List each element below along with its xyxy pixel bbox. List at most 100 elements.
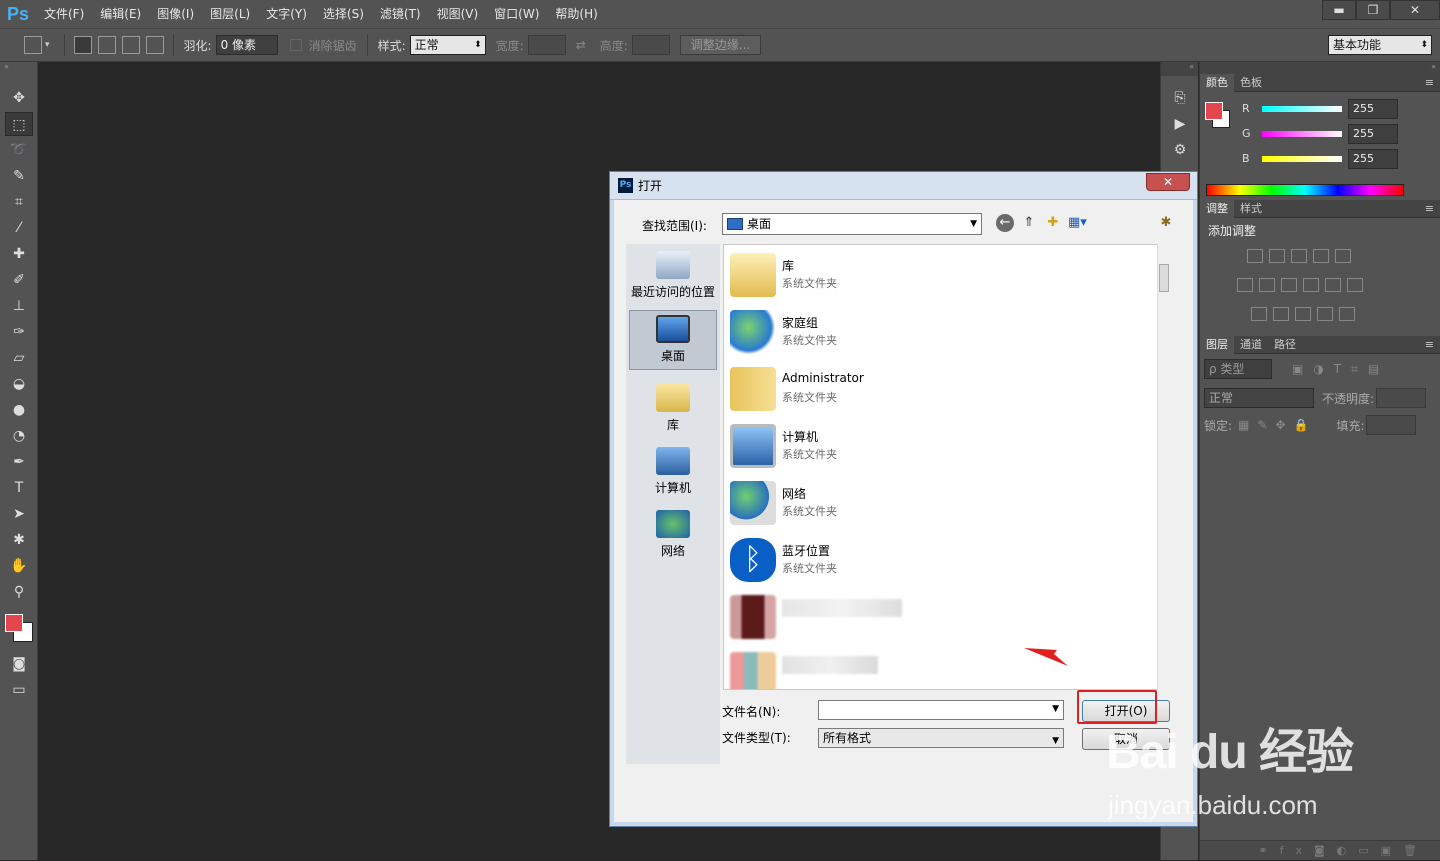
selective-color-icon[interactable] [1317,307,1333,321]
gradient-map-icon[interactable] [1339,307,1355,321]
quick-mask-icon[interactable]: ◙ [5,652,33,676]
color-swatches[interactable] [0,606,37,650]
tab-channels[interactable]: 通道 [1234,336,1268,354]
menu-image[interactable]: 图像(I) [149,0,202,28]
red-slider[interactable] [1262,105,1342,112]
file-list[interactable]: 库 系统文件夹 家庭组 系统文件夹 Administrator 系统文件夹 计算… [723,244,1171,690]
file-type-select[interactable]: 所有格式 ▼ [818,728,1064,748]
hue-saturation-icon[interactable] [1237,278,1253,292]
refine-edge-button[interactable]: 调整边缘... [679,35,762,55]
menu-select[interactable]: 选择(S) [315,0,372,28]
menu-layer[interactable]: 图层(L) [202,0,258,28]
lasso-tool-icon[interactable]: ➰ [5,138,33,162]
menu-type[interactable]: 文字(Y) [258,0,315,28]
healing-brush-tool-icon[interactable]: ✚ [5,242,33,266]
pen-tool-icon[interactable]: ✒ [5,450,33,474]
hand-tool-icon[interactable]: ✋ [5,554,33,578]
marquee-tool-icon[interactable]: ⬚ [5,112,33,136]
color-spectrum-ramp[interactable] [1206,184,1404,196]
paint-bucket-tool-icon[interactable]: ◒ [5,372,33,396]
list-item[interactable] [730,648,1150,689]
tab-paths[interactable]: 路径 [1268,336,1302,354]
zoom-tool-icon[interactable]: ⚲ [5,580,33,604]
path-select-tool-icon[interactable]: ➤ [5,502,33,526]
move-tool-icon[interactable]: ✥ [5,86,33,110]
brush-tool-icon[interactable]: ✐ [5,268,33,292]
menu-file[interactable]: 文件(F) [36,0,92,28]
list-item[interactable]: 库 系统文件夹 [730,249,1150,301]
new-folder-icon[interactable]: ✚ [1044,214,1062,232]
subtract-selection-icon[interactable] [121,36,140,54]
menu-edit[interactable]: 编辑(E) [92,0,149,28]
fill-input[interactable] [1366,415,1417,435]
green-slider[interactable] [1262,130,1342,137]
eyedropper-tool-icon[interactable]: ⁄ [5,216,33,240]
list-item[interactable]: 家庭组 系统文件夹 [730,306,1150,358]
levels-icon[interactable] [1269,249,1285,263]
history-panel-icon[interactable]: ⎘ [1166,86,1194,110]
dodge-tool-icon[interactable]: ◔ [5,424,33,448]
panel-menu-icon[interactable]: ≡ [1419,336,1440,354]
close-window-button[interactable]: ✕ [1390,0,1440,20]
add-selection-icon[interactable] [97,36,116,54]
menu-help[interactable]: 帮助(H) [547,0,605,28]
screen-mode-icon[interactable]: ▭ [5,678,33,702]
marquee-tool-preset-icon[interactable] [24,36,42,54]
list-item[interactable]: 计算机 系统文件夹 [730,420,1150,472]
foreground-color-swatch[interactable] [5,614,23,632]
height-input[interactable] [631,35,670,55]
panel-menu-icon[interactable]: ≡ [1419,74,1440,92]
list-item[interactable]: 网络 系统文件夹 [730,477,1150,529]
dialog-close-button[interactable]: ✕ [1146,173,1190,191]
quick-select-tool-icon[interactable]: ✎ [5,164,33,188]
vibrance-icon[interactable] [1335,249,1351,263]
eraser-tool-icon[interactable]: ▱ [5,346,33,370]
workspace-select[interactable]: 基本功能 ⬍ [1328,35,1432,55]
red-value-input[interactable]: 255 [1348,98,1398,119]
tab-styles[interactable]: 样式 [1234,200,1268,218]
foreground-color-swatch[interactable] [1205,102,1223,120]
tab-layers[interactable]: 图层 [1200,335,1234,354]
color-balance-icon[interactable] [1259,278,1275,292]
invert-icon[interactable] [1251,307,1267,321]
black-white-icon[interactable] [1281,278,1297,292]
layers-footer-icons[interactable]: ⚭fx◙◐▭▣🗑 [1200,840,1440,860]
actions-panel-icon[interactable]: ▶ [1166,112,1194,136]
view-menu-icon[interactable]: ▦▾ [1068,214,1087,232]
collapse-icon[interactable]: » [1200,62,1440,74]
lock-icons[interactable]: ▦✎✥🔒 [1238,418,1316,432]
menu-window[interactable]: 窗口(W) [486,0,547,28]
style-select[interactable]: 正常 ⬍ [409,35,486,55]
restore-button[interactable]: ❐ [1356,0,1390,20]
collapse-icon[interactable]: « [1161,62,1198,76]
curves-icon[interactable] [1291,249,1307,263]
blue-slider[interactable] [1262,155,1342,162]
menu-view[interactable]: 视图(V) [429,0,487,28]
collapse-icon[interactable]: » [0,62,37,84]
stamp-tool-icon[interactable]: ⊥ [5,294,33,318]
width-input[interactable] [527,35,566,55]
scrollbar-thumb[interactable] [1159,264,1169,292]
swap-icon[interactable]: ⇄ [576,38,586,52]
place-network[interactable]: 网络 [629,506,717,559]
favorite-folder-icon[interactable]: ✱ [1157,214,1175,232]
place-recent[interactable]: 最近访问的位置 [629,247,717,300]
new-selection-icon[interactable] [73,36,92,54]
shape-tool-icon[interactable]: ✱ [5,528,33,552]
file-list-scrollbar[interactable] [1157,244,1171,690]
tab-adjustments[interactable]: 调整 [1200,199,1234,218]
intersect-selection-icon[interactable] [145,36,164,54]
tab-color[interactable]: 颜色 [1200,73,1234,92]
threshold-icon[interactable] [1295,307,1311,321]
place-libraries[interactable]: 库 [629,380,717,433]
look-in-select[interactable]: 桌面 ▼ [722,213,982,235]
posterize-icon[interactable] [1273,307,1289,321]
layer-filter-icons[interactable]: ▣◑T⌗▤ [1292,362,1389,377]
color-lookup-icon[interactable] [1347,278,1363,292]
antialias-checkbox[interactable] [289,39,302,51]
channel-mixer-icon[interactable] [1325,278,1341,292]
place-desktop[interactable]: 桌面 [629,310,717,370]
blend-mode-select[interactable]: 正常 [1204,388,1314,408]
panel-menu-icon[interactable]: ≡ [1419,200,1440,218]
green-value-input[interactable]: 255 [1348,123,1398,144]
